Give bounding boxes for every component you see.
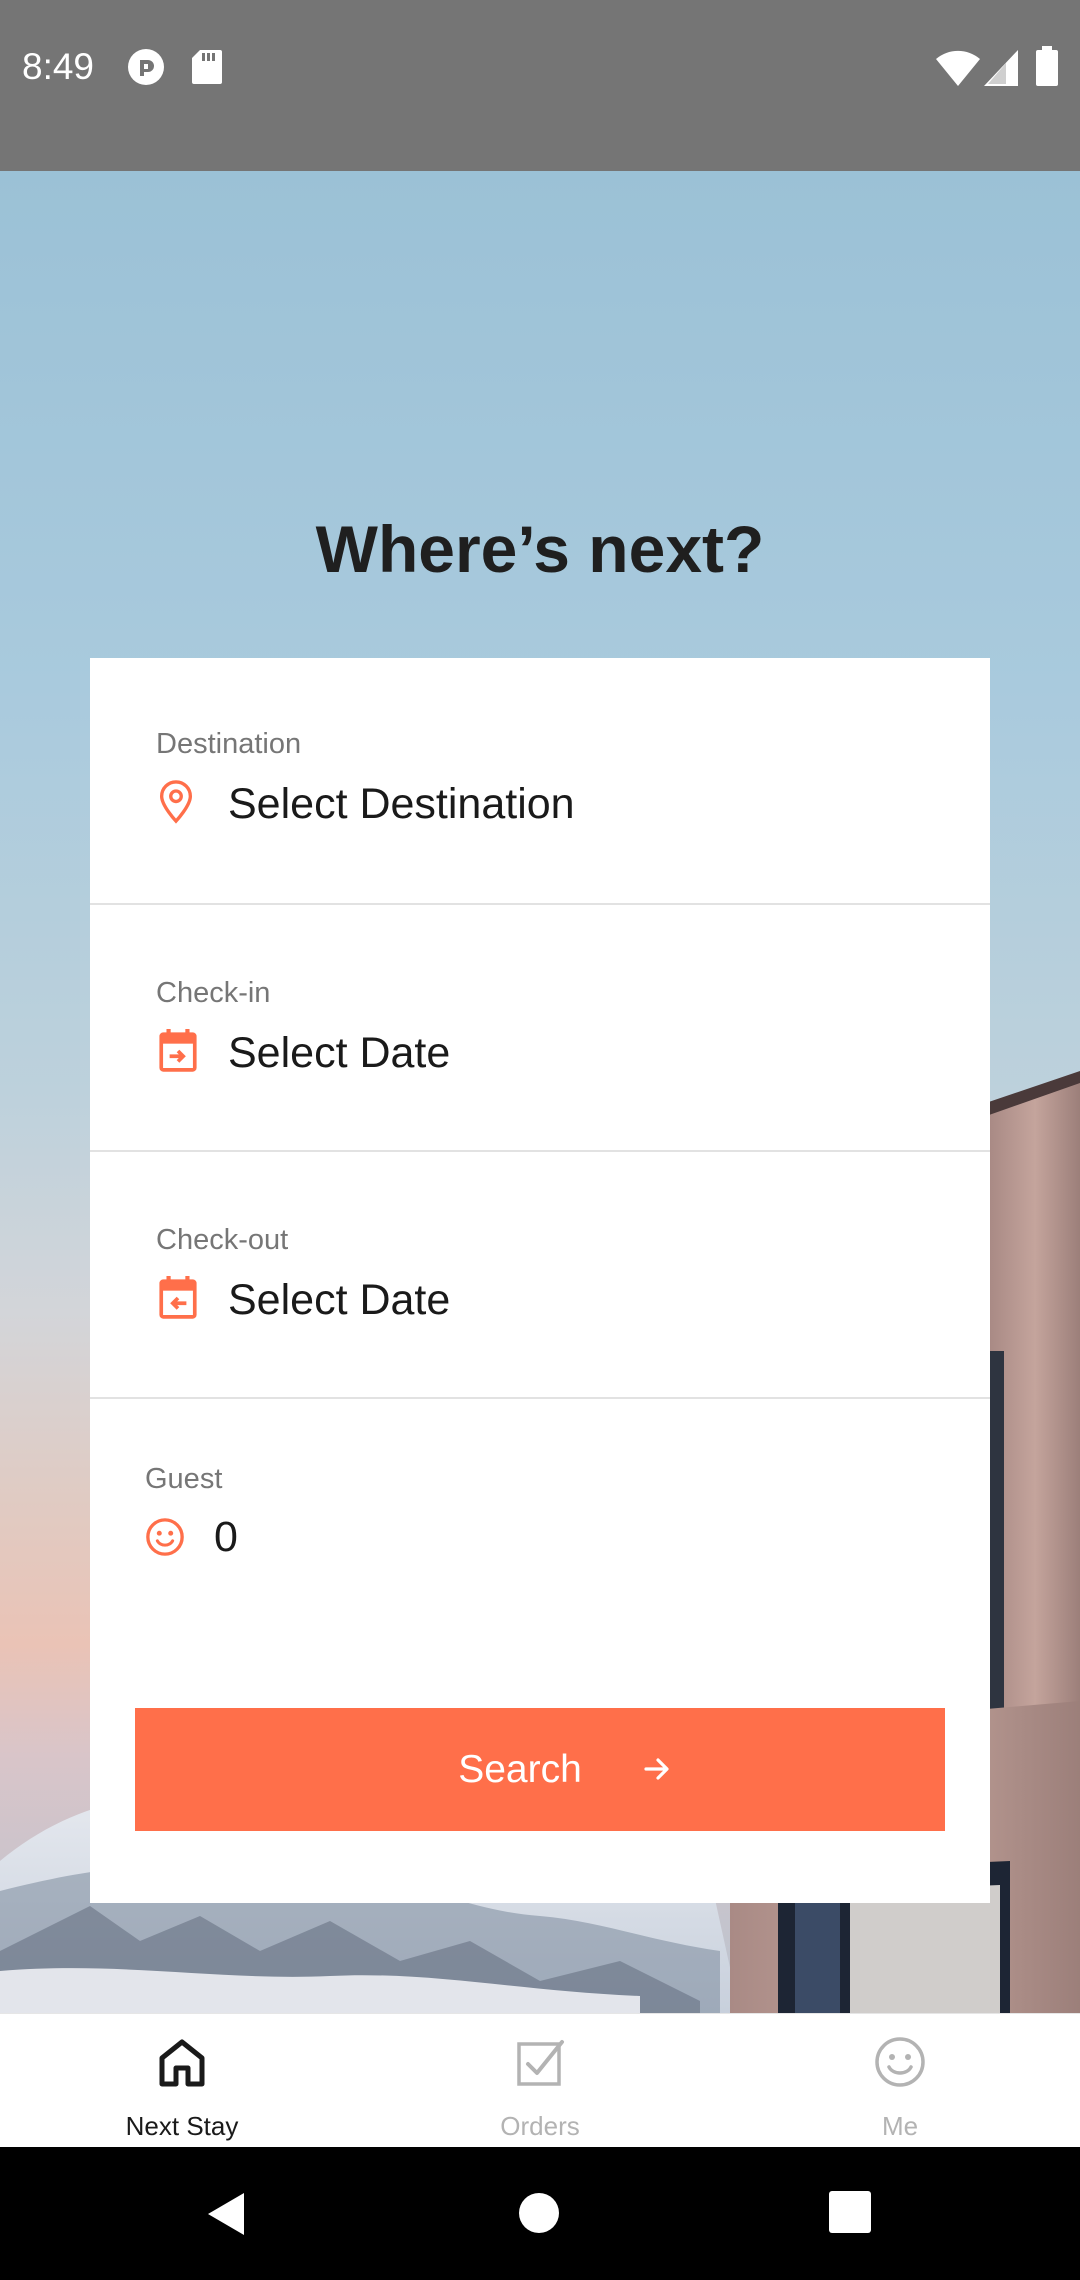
battery-icon: [1036, 46, 1058, 86]
calendar-check-in-icon: [159, 1029, 197, 1072]
smiley-icon: [146, 1518, 184, 1556]
system-navigation-bar: [0, 2147, 1080, 2280]
status-bar: 8:49: [0, 0, 1080, 171]
check-out-label: Check-out: [156, 1224, 289, 1256]
check-out-field[interactable]: Check-out Select Date: [90, 1152, 990, 1399]
pocket-casts-icon: [128, 49, 164, 85]
destination-field[interactable]: Destination Select Destination: [90, 658, 990, 905]
calendar-check-out-icon: [159, 1276, 197, 1319]
recents-icon[interactable]: [829, 2191, 871, 2233]
nav-label-me: Me: [881, 2111, 919, 2141]
cell-signal-icon: [984, 50, 1018, 86]
smiley-icon: [875, 2037, 925, 2087]
guest-field[interactable]: Guest 0: [90, 1399, 990, 1639]
home-icon: [159, 2039, 205, 2087]
home-button-icon[interactable]: [517, 2191, 561, 2235]
nav-item-orders[interactable]: Orders: [360, 2014, 720, 2148]
back-icon[interactable]: [204, 2191, 248, 2237]
guest-value: 0: [214, 1513, 238, 1561]
check-out-value: Select Date: [228, 1276, 451, 1324]
search-button-label: Search: [458, 1748, 582, 1791]
nav-label-orders: Orders: [500, 2111, 580, 2141]
bottom-navigation: Next Stay Orders Me: [0, 2013, 1080, 2147]
nav-item-next-stay[interactable]: Next Stay: [2, 2014, 362, 2148]
nav-item-me[interactable]: Me: [720, 2014, 1080, 2148]
nav-label-next-stay: Next Stay: [125, 2111, 239, 2141]
search-card: Destination Select Destination Check-in …: [90, 658, 990, 1903]
check-in-field[interactable]: Check-in Select Date: [90, 905, 990, 1152]
check-in-value: Select Date: [228, 1029, 451, 1077]
check-in-label: Check-in: [156, 977, 271, 1009]
arrow-right-icon: [644, 1758, 669, 1780]
wifi-icon: [936, 50, 980, 86]
checkbox-icon: [517, 2040, 564, 2086]
search-button[interactable]: Search: [135, 1708, 945, 1831]
destination-value: Select Destination: [228, 780, 575, 828]
hero-background: Where’s next? Destination Select Destina…: [0, 171, 1080, 2013]
status-time: 8:49: [22, 46, 95, 87]
destination-label: Destination: [156, 728, 302, 760]
sd-card-icon: [192, 50, 222, 84]
app-screen: 8:49 Where’s next? Destination Select De…: [0, 0, 1080, 2280]
location-pin-icon: [159, 780, 193, 824]
guest-label: Guest: [145, 1463, 223, 1495]
page-title: Where’s next?: [315, 512, 765, 586]
